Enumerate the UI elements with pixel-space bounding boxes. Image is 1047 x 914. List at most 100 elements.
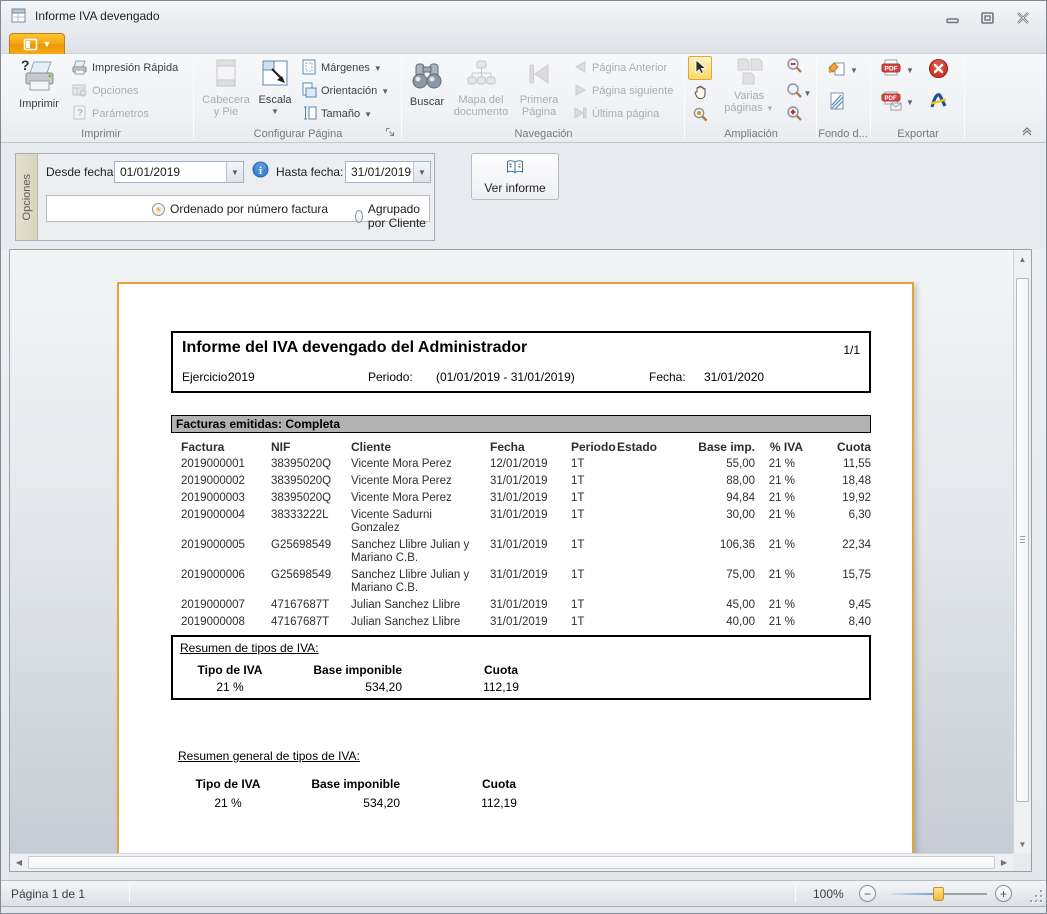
report-title: Informe del IVA devengado del Administra… bbox=[182, 339, 527, 357]
last-page-button: Última página bbox=[573, 104, 659, 124]
export-pdf-button[interactable]: PDF ▼ bbox=[880, 60, 914, 80]
margins-button[interactable]: Márgenes▼ bbox=[301, 58, 382, 78]
zoom-percentage-label: 100% bbox=[813, 887, 844, 901]
dialog-launcher-icon[interactable] bbox=[385, 127, 397, 139]
scroll-down-icon[interactable]: ▼ bbox=[1014, 837, 1031, 851]
periodo-label: Periodo: bbox=[368, 370, 413, 384]
chevron-down-icon: ▼ bbox=[850, 66, 858, 75]
orientation-button[interactable]: Orientación▼ bbox=[301, 81, 389, 101]
statusbar-separator bbox=[795, 885, 796, 902]
size-button[interactable]: Tamaño▼ bbox=[301, 104, 372, 124]
invoice-row: 201900000138395020QVicente Mora Perez12/… bbox=[171, 456, 871, 473]
preview-canvas: Informe del IVA devengado del Administra… bbox=[10, 250, 1013, 853]
aeat-export-button[interactable] bbox=[928, 92, 949, 112]
zoom-icon bbox=[785, 82, 804, 104]
to-date-combo[interactable]: 31/01/2019 ▼ bbox=[345, 161, 431, 183]
to-date-dropdown-button[interactable]: ▼ bbox=[413, 162, 430, 182]
invoice-table-body: 201900000138395020QVicente Mora Perez12/… bbox=[171, 456, 871, 631]
title-bar: Informe IVA devengado bbox=[1, 1, 1046, 31]
collapse-ribbon-button[interactable] bbox=[1020, 126, 1036, 138]
minimize-button[interactable] bbox=[942, 10, 964, 26]
pointer-tool-button[interactable] bbox=[688, 56, 712, 80]
invoice-row: 2019000005G25698549Sanchez Llibre Julian… bbox=[171, 537, 871, 567]
radio-ordered-by-invoice[interactable]: Ordenado por número factura bbox=[152, 202, 328, 216]
from-date-combo[interactable]: 01/01/2019 ▼ bbox=[114, 161, 244, 183]
from-date-value[interactable]: 01/01/2019 bbox=[115, 162, 226, 182]
ribbon-group-imprimir: ? Imprimir Impresión Rápida Opciones ? P… bbox=[9, 54, 193, 142]
zoom-region-tool-button[interactable] bbox=[688, 104, 712, 128]
page-color-button[interactable]: ▼ bbox=[826, 60, 858, 80]
scale-button[interactable]: Escala ▼ bbox=[255, 57, 295, 118]
scroll-up-icon[interactable]: ▲ bbox=[1014, 252, 1031, 266]
zoom-button[interactable]: ▼ bbox=[782, 81, 814, 105]
ribbon-group-ampliacion: Varias páginas ▼ ▼ Ampliación bbox=[686, 54, 816, 142]
close-window-button[interactable] bbox=[1012, 10, 1034, 26]
zoom-slider[interactable] bbox=[891, 893, 987, 895]
zoom-out-slider-button[interactable]: − bbox=[859, 885, 876, 902]
invoice-row: 201900000238395020QVicente Mora Perez31/… bbox=[171, 473, 871, 490]
group-separator bbox=[401, 58, 402, 138]
last-page-icon bbox=[573, 106, 588, 123]
vat-summary-title: Resumen de tipos de IVA: bbox=[180, 641, 319, 655]
hand-tool-button[interactable] bbox=[688, 81, 712, 105]
to-date-value[interactable]: 31/01/2019 bbox=[346, 162, 413, 182]
print-options-button: Opciones bbox=[71, 81, 138, 101]
group-separator bbox=[870, 58, 871, 138]
radio-selected-icon bbox=[152, 203, 165, 216]
invoice-row: 201900000847167687TJulian Sanchez Llibre… bbox=[171, 614, 871, 631]
search-button[interactable]: Buscar bbox=[403, 57, 451, 108]
general-summary-title: Resumen general de tipos de IVA: bbox=[171, 749, 871, 763]
section-banner: Facturas emitidas: Completa bbox=[171, 415, 871, 433]
vat-summary-values: 21 % 534,20 112,19 bbox=[173, 680, 869, 695]
vat-summary-box: Resumen de tipos de IVA: Tipo de IVA Bas… bbox=[171, 635, 871, 700]
app-menu-icon bbox=[23, 38, 38, 51]
to-date-label: Hasta fecha: bbox=[276, 165, 343, 179]
group-separator bbox=[684, 58, 685, 138]
quick-print-button[interactable]: Impresión Rápida bbox=[71, 58, 178, 78]
document-map-button: Mapa del documento bbox=[453, 57, 509, 118]
zoom-out-icon bbox=[785, 57, 804, 79]
next-page-button: Página siguiente bbox=[573, 81, 673, 101]
horizontal-scrollbar[interactable]: ◀ ▶ bbox=[10, 853, 1013, 871]
vertical-scrollbar[interactable]: ▲ ▼ bbox=[1013, 250, 1031, 853]
zoom-in-slider-button[interactable]: + bbox=[995, 885, 1012, 902]
vertical-scrollbar-thumb[interactable] bbox=[1016, 278, 1029, 802]
chevron-down-icon: ▼ bbox=[43, 39, 52, 49]
print-parameters-button: ? Parámetros bbox=[71, 104, 149, 124]
close-preview-button[interactable] bbox=[928, 60, 949, 80]
horizontal-scrollbar-thumb[interactable] bbox=[28, 856, 995, 869]
restore-button[interactable] bbox=[977, 10, 999, 26]
invoice-table: Factura NIF Cliente Fecha Periodo Estado… bbox=[171, 439, 871, 631]
first-page-button: Primera Página bbox=[511, 57, 567, 118]
zoom-in-button[interactable] bbox=[782, 104, 806, 128]
zoom-slider-thumb[interactable] bbox=[933, 887, 944, 901]
invoice-row: 201900000747167687TJulian Sanchez Llibre… bbox=[171, 597, 871, 614]
orientation-icon bbox=[301, 82, 317, 101]
group-caption-navegacion: Navegación bbox=[403, 128, 684, 140]
view-report-button[interactable]: Ver informe bbox=[471, 153, 559, 200]
scroll-right-icon[interactable]: ▶ bbox=[997, 854, 1011, 871]
margins-icon bbox=[301, 59, 317, 78]
invoice-header-row: Factura NIF Cliente Fecha Periodo Estado… bbox=[171, 439, 871, 456]
page-size-icon bbox=[301, 105, 317, 124]
resize-grip[interactable] bbox=[1030, 890, 1042, 902]
app-icon bbox=[11, 8, 27, 24]
send-pdf-email-button[interactable]: PDF ▼ bbox=[880, 92, 914, 112]
radio-grouped-by-client[interactable]: Agrupado por Cliente bbox=[355, 202, 429, 230]
group-caption-fondo: Fondo d... bbox=[818, 128, 868, 140]
options-bar: Opciones Desde fecha: 01/01/2019 ▼ i Has… bbox=[1, 143, 1046, 249]
scroll-left-icon[interactable]: ◀ bbox=[12, 854, 26, 871]
print-button[interactable]: ? Imprimir bbox=[13, 57, 65, 110]
print-label: Imprimir bbox=[19, 98, 59, 110]
zoom-in-icon bbox=[785, 105, 804, 127]
app-menu-button[interactable]: ▼ bbox=[9, 33, 65, 54]
ribbon-group-configurar-pagina: Cabecera y Pie Escala ▼ Márgenes▼ Orient… bbox=[195, 54, 401, 142]
fecha-value: 31/01/2020 bbox=[704, 370, 764, 384]
group-caption-imprimir: Imprimir bbox=[9, 128, 193, 140]
zoom-out-button[interactable] bbox=[782, 56, 806, 80]
from-date-dropdown-button[interactable]: ▼ bbox=[226, 162, 243, 182]
parameters-icon: ? bbox=[71, 104, 88, 124]
info-icon: i bbox=[252, 161, 269, 181]
group-caption-ampliacion: Ampliación bbox=[686, 128, 816, 140]
watermark-button[interactable] bbox=[828, 92, 846, 112]
